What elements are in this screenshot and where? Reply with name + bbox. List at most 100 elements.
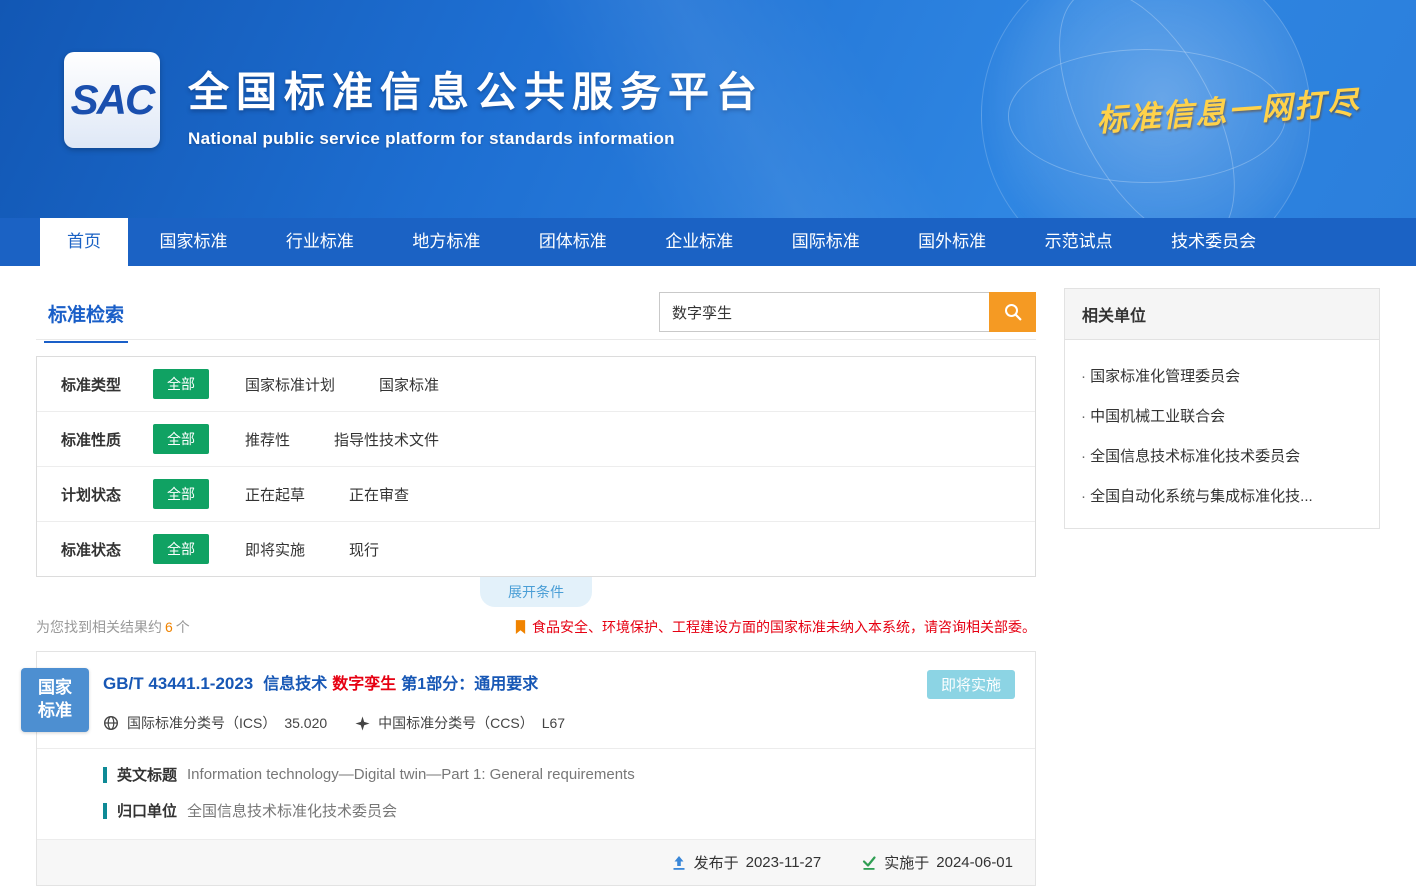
ics-group: 国际标准分类号（ICS） 35.020 bbox=[103, 713, 327, 733]
filter-row-plan-status: 计划状态 全部 正在起草 正在审查 bbox=[37, 467, 1035, 522]
published-label: 发布于 bbox=[694, 852, 739, 873]
sac-logo[interactable]: SAC bbox=[64, 52, 160, 148]
result-card: 国家 标准 GB/T 43441.1-2023 信息技术数字孪生第1部分：通用要求… bbox=[36, 651, 1036, 886]
search-icon bbox=[1003, 302, 1023, 322]
filter-option[interactable]: 正在起草 bbox=[245, 484, 305, 505]
standard-title-post: 第1部分：通用要求 bbox=[401, 676, 538, 693]
ccs-group: 中国标准分类号（CCS） L67 bbox=[355, 713, 565, 733]
type-badge-line1: 国家 bbox=[38, 677, 72, 700]
standard-title-pre: 信息技术 bbox=[263, 676, 327, 693]
filter-all-button[interactable]: 全部 bbox=[153, 424, 209, 454]
filter-option[interactable]: 指导性技术文件 bbox=[334, 429, 439, 450]
filter-label: 计划状态 bbox=[61, 484, 153, 505]
accent-bar bbox=[103, 767, 107, 783]
sac-logo-text: SAC bbox=[71, 76, 154, 124]
summary-count: 6 bbox=[165, 619, 173, 635]
site-title: 全国标准信息公共服务平台 bbox=[188, 58, 764, 118]
expand-conditions-wrap: 展开条件 bbox=[36, 577, 1036, 607]
nav-item-technical-committees[interactable]: 技术委员会 bbox=[1144, 218, 1283, 266]
filter-row-standard-nature: 标准性质 全部 推荐性 指导性技术文件 bbox=[37, 412, 1035, 467]
committee-row: 归口单位 全国信息技术标准化技术委员会 bbox=[103, 800, 1015, 821]
nav-item-industry-standards[interactable]: 行业标准 bbox=[259, 218, 381, 266]
filter-row-standard-status: 标准状态 全部 即将实施 现行 bbox=[37, 522, 1035, 576]
related-units-panel: 相关单位 国家标准化管理委员会 中国机械工业联合会 全国信息技术标准化技术委员会… bbox=[1064, 288, 1380, 529]
related-units-title: 相关单位 bbox=[1065, 289, 1379, 340]
filter-label: 标准状态 bbox=[61, 539, 153, 560]
search-group bbox=[659, 292, 1036, 332]
committee-value: 全国信息技术标准化技术委员会 bbox=[187, 800, 397, 821]
results-info-row: 为您找到相关结果约6个 食品安全、环境保护、工程建设方面的国家标准未纳入本系统，… bbox=[36, 617, 1036, 637]
filter-option[interactable]: 正在审查 bbox=[349, 484, 409, 505]
type-badge-line2: 标准 bbox=[38, 700, 72, 723]
published-group: 发布于 2023-11-27 bbox=[671, 852, 822, 873]
filter-label: 标准性质 bbox=[61, 429, 153, 450]
expand-conditions-button[interactable]: 展开条件 bbox=[480, 577, 592, 607]
system-notice: 食品安全、环境保护、工程建设方面的国家标准未纳入本系统，请咨询相关部委。 bbox=[514, 617, 1036, 637]
tab-standard-search[interactable]: 标准检索 bbox=[44, 288, 128, 343]
filter-option[interactable]: 即将实施 bbox=[245, 539, 305, 560]
nav-item-home[interactable]: 首页 bbox=[40, 218, 128, 266]
filter-label: 标准类型 bbox=[61, 374, 153, 395]
summary-suffix: 个 bbox=[176, 619, 190, 635]
filter-all-button[interactable]: 全部 bbox=[153, 534, 209, 564]
related-unit-link[interactable]: 全国信息技术标准化技术委员会 bbox=[1081, 445, 1363, 466]
notice-text: 食品安全、环境保护、工程建设方面的国家标准未纳入本系统，请咨询相关部委。 bbox=[532, 617, 1036, 637]
nav-item-international-standards[interactable]: 国际标准 bbox=[765, 218, 887, 266]
filter-panel: 标准类型 全部 国家标准计划 国家标准 标准性质 全部 推荐性 指导性技术文件 … bbox=[36, 356, 1036, 577]
ics-value: 35.020 bbox=[284, 715, 327, 731]
flag-icon bbox=[514, 620, 527, 635]
search-tab-row: 标准检索 bbox=[36, 288, 1036, 340]
card-footer: 发布于 2023-11-27 实施于 2024-06-01 bbox=[37, 839, 1035, 885]
ccs-value: L67 bbox=[542, 715, 565, 731]
filter-option[interactable]: 国家标准 bbox=[379, 374, 439, 395]
search-input[interactable] bbox=[659, 292, 989, 332]
english-title-label: 英文标题 bbox=[117, 764, 177, 785]
main-column: 标准检索 标准类型 全部 国家标准计划 国家标准 bbox=[36, 266, 1036, 886]
filter-all-button[interactable]: 全部 bbox=[153, 369, 209, 399]
status-badge: 即将实施 bbox=[927, 670, 1015, 699]
filter-option[interactable]: 国家标准计划 bbox=[245, 374, 335, 395]
classification-row: 国际标准分类号（ICS） 35.020 中国标准分类号（CCS） L67 bbox=[37, 707, 1035, 749]
published-date: 2023-11-27 bbox=[746, 854, 822, 871]
ics-label: 国际标准分类号（ICS） bbox=[127, 713, 276, 733]
accent-bar bbox=[103, 803, 107, 819]
publish-icon bbox=[671, 855, 687, 871]
page: SAC 全国标准信息公共服务平台 National public service… bbox=[0, 0, 1416, 886]
english-title-row: 英文标题 Information technology—Digital twin… bbox=[103, 764, 1015, 785]
committee-label: 归口单位 bbox=[117, 800, 177, 821]
card-header: GB/T 43441.1-2023 信息技术数字孪生第1部分：通用要求 即将实施 bbox=[37, 652, 1035, 707]
search-button[interactable] bbox=[989, 292, 1036, 332]
implemented-group: 实施于 2024-06-01 bbox=[861, 852, 1013, 873]
check-icon bbox=[861, 855, 877, 871]
content-area: 标准检索 标准类型 全部 国家标准计划 国家标准 bbox=[0, 266, 1416, 886]
related-unit-link[interactable]: 全国自动化系统与集成标准化技... bbox=[1081, 485, 1363, 506]
site-title-block: 全国标准信息公共服务平台 National public service pla… bbox=[188, 58, 764, 149]
implemented-date: 2024-06-01 bbox=[936, 854, 1013, 871]
standard-title-keyword: 数字孪生 bbox=[332, 676, 396, 693]
related-unit-link[interactable]: 国家标准化管理委员会 bbox=[1081, 365, 1363, 386]
filter-option[interactable]: 推荐性 bbox=[245, 429, 290, 450]
site-subtitle: National public service platform for sta… bbox=[188, 129, 764, 149]
standard-type-badge: 国家 标准 bbox=[21, 668, 89, 732]
nav-item-pilot-demo[interactable]: 示范试点 bbox=[1018, 218, 1140, 266]
main-nav: 首页 国家标准 行业标准 地方标准 团体标准 企业标准 国际标准 国外标准 示范… bbox=[0, 218, 1416, 266]
nav-item-enterprise-standards[interactable]: 企业标准 bbox=[638, 218, 760, 266]
site-header: SAC 全国标准信息公共服务平台 National public service… bbox=[0, 0, 1416, 218]
nav-item-group-standards[interactable]: 团体标准 bbox=[512, 218, 634, 266]
summary-prefix: 为您找到相关结果约 bbox=[36, 619, 162, 635]
nav-item-local-standards[interactable]: 地方标准 bbox=[385, 218, 507, 266]
results-summary: 为您找到相关结果约6个 bbox=[36, 617, 190, 637]
nav-item-foreign-standards[interactable]: 国外标准 bbox=[891, 218, 1013, 266]
standard-title-link[interactable]: GB/T 43441.1-2023 信息技术数字孪生第1部分：通用要求 bbox=[103, 670, 538, 694]
nav-item-national-standards[interactable]: 国家标准 bbox=[132, 218, 254, 266]
english-title-value: Information technology—Digital twin—Part… bbox=[187, 766, 635, 783]
related-units-list: 国家标准化管理委员会 中国机械工业联合会 全国信息技术标准化技术委员会 全国自动… bbox=[1065, 340, 1379, 528]
filter-all-button[interactable]: 全部 bbox=[153, 479, 209, 509]
compass-icon bbox=[355, 716, 370, 731]
globe-icon bbox=[103, 715, 119, 731]
filter-row-standard-type: 标准类型 全部 国家标准计划 国家标准 bbox=[37, 357, 1035, 412]
implemented-label: 实施于 bbox=[884, 852, 929, 873]
related-unit-link[interactable]: 中国机械工业联合会 bbox=[1081, 405, 1363, 426]
filter-option[interactable]: 现行 bbox=[349, 539, 379, 560]
standard-code: GB/T 43441.1-2023 bbox=[103, 674, 253, 693]
